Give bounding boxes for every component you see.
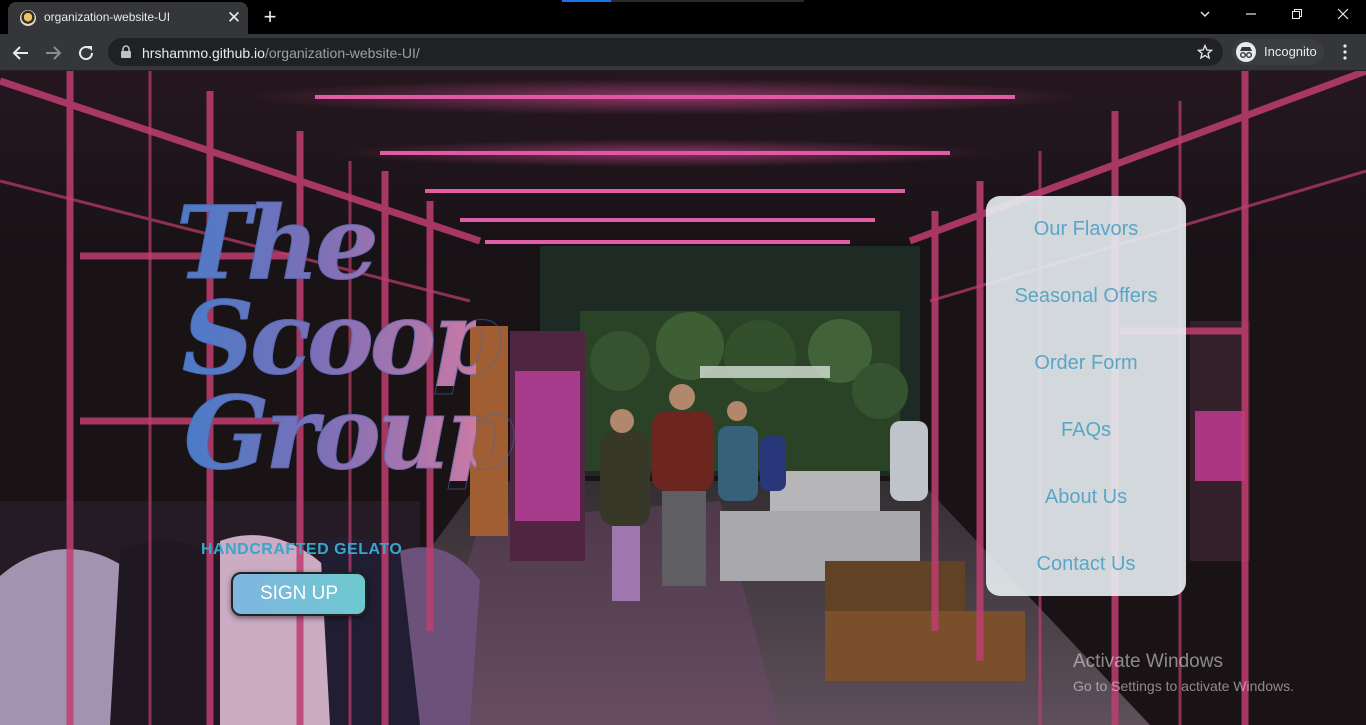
close-icon[interactable]: ✕ (224, 8, 244, 28)
browser-tab[interactable]: organization-website-UI ✕ (8, 2, 248, 34)
lock-icon[interactable] (120, 45, 132, 64)
close-window-icon[interactable] (1320, 0, 1366, 30)
star-icon[interactable] (1196, 43, 1214, 65)
logo-line-3: Group (184, 374, 516, 492)
url-text: hrshammo.github.io/organization-website-… (142, 45, 420, 61)
brand-logo: The Scoop Group (176, 193, 516, 492)
restore-icon[interactable] (1274, 0, 1320, 30)
tab-title: organization-website-UI (44, 10, 171, 24)
brand-tagline: HANDCRAFTED GELATO (201, 541, 403, 558)
plus-icon[interactable]: + (258, 5, 282, 29)
minimize-icon[interactable] (1228, 0, 1274, 30)
watermark-subtitle: Go to Settings to activate Windows. (1073, 678, 1294, 694)
tab-search-icon[interactable] (1182, 0, 1228, 30)
arrow-right-icon[interactable] (39, 39, 67, 67)
browser-window: organization-website-UI ✕ + hrshammo.git… (0, 0, 1366, 725)
tab-strip: organization-website-UI ✕ + (0, 0, 1366, 34)
nav-link-contact-us[interactable]: Contact Us (986, 553, 1186, 576)
watermark-title: Activate Windows (1073, 651, 1223, 672)
loading-indicator (562, 0, 804, 2)
logo-line-1: The (176, 193, 476, 294)
arrow-left-icon[interactable] (7, 39, 35, 67)
url-path: /organization-website-UI/ (264, 45, 420, 61)
url-host: hrshammo.github.io (142, 45, 265, 61)
nav-link-order-form[interactable]: Order Form (986, 352, 1186, 375)
nav-link-faqs[interactable]: FAQs (986, 419, 1186, 442)
nav-link-our-flavors[interactable]: Our Flavors (986, 218, 1186, 241)
nav-link-about-us[interactable]: About Us (986, 486, 1186, 509)
sign-up-button[interactable]: SIGN UP (231, 572, 367, 616)
incognito-icon (1236, 42, 1256, 62)
kebab-menu-icon[interactable] (1334, 40, 1356, 64)
incognito-label: Incognito (1264, 44, 1317, 59)
web-page: The Scoop Group HANDCRAFTED GELATO SIGN … (0, 71, 1366, 725)
incognito-profile-button[interactable]: Incognito (1232, 39, 1324, 65)
reload-icon[interactable] (72, 39, 100, 67)
browser-toolbar: hrshammo.github.io/organization-website-… (0, 34, 1366, 71)
gelato-favicon-icon (20, 10, 36, 26)
address-bar[interactable]: hrshammo.github.io/organization-website-… (108, 38, 1223, 66)
nav-link-seasonal-offers[interactable]: Seasonal Offers (986, 285, 1186, 308)
activate-windows-watermark: Activate Windows Go to Settings to activ… (1073, 651, 1294, 694)
logo-line-2: Scoop (182, 279, 503, 397)
main-nav: Our Flavors Seasonal Offers Order Form F… (986, 196, 1186, 596)
